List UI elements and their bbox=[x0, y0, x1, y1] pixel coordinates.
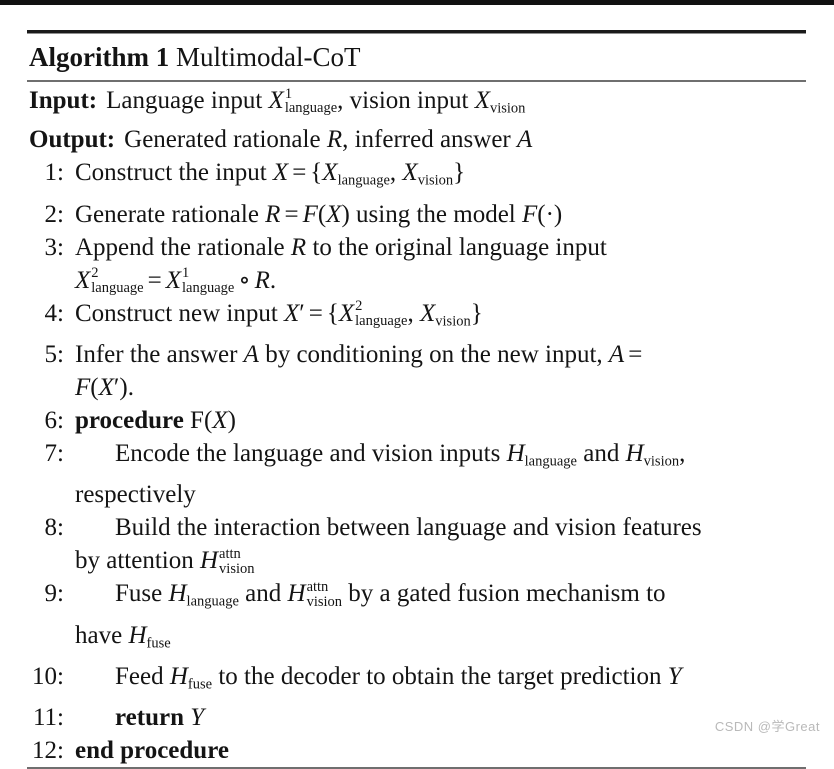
algorithm-step: 6: procedure F(X) bbox=[27, 404, 806, 437]
page-top-edge-bar bbox=[0, 0, 834, 5]
algorithm-step: 5: Infer the answer A by conditioning on… bbox=[27, 338, 806, 404]
step-number: 4: bbox=[44, 299, 64, 327]
step-number: 11: bbox=[32, 704, 64, 732]
algorithm-step: 2: Generate rationale R = F(X) using the m… bbox=[27, 198, 806, 231]
step-text: Append the rationale R to the original l… bbox=[75, 233, 607, 297]
step-number: 7: bbox=[44, 440, 64, 468]
step-text: Feed Hfuse to the decoder to obtain the … bbox=[115, 663, 682, 693]
algorithm-input-line: Input: Language input X 1 language, vision … bbox=[27, 85, 806, 124]
input-label: Input: bbox=[29, 87, 98, 114]
algorithm-step: 3: Append the rationale R to the origina… bbox=[27, 231, 806, 297]
algorithm-step: 7: Encode the language and vision inputs… bbox=[27, 437, 806, 511]
step-text: Fuse Hlanguage and Hattn vision by a gate… bbox=[75, 578, 666, 652]
step-text: Construct the input X = {Xlanguage, Xvisio… bbox=[75, 159, 466, 189]
step-text: return Y bbox=[115, 704, 205, 732]
step-number: 1: bbox=[44, 159, 64, 187]
algorithm-step: 1: Construct the input X = {Xlanguage, Xvi… bbox=[27, 156, 806, 197]
step-number: 6: bbox=[44, 407, 64, 435]
output-text: Generated rationale R, inferred answer A bbox=[124, 126, 533, 154]
watermark: CSDN @学Great bbox=[714, 719, 820, 734]
algorithm-step: 9: Fuse Hlanguage and Hattn vision by a g… bbox=[27, 577, 806, 660]
output-label: Output: bbox=[29, 126, 116, 154]
algorithm-step: 4: Construct new input X′ = {X 2 language, X… bbox=[27, 297, 806, 338]
input-text: Language input X 1 language, vision input … bbox=[106, 85, 526, 117]
step-number: 12: bbox=[32, 737, 64, 765]
step-number: 5: bbox=[44, 341, 64, 369]
algorithm-name: Multimodal-CoT bbox=[175, 42, 361, 72]
step-text: Generate rationale R = F(X) using the mode… bbox=[75, 200, 563, 228]
algorithm-body: Input: Language input X 1 language, vision … bbox=[27, 82, 806, 767]
step-text: end procedure bbox=[75, 737, 229, 765]
step-number: 8: bbox=[44, 514, 64, 542]
algorithm-output-line: Output: Generated rationale R, inferred a… bbox=[27, 124, 806, 156]
step-number: 9: bbox=[44, 580, 64, 608]
step-text: Infer the answer A by conditioning on th… bbox=[75, 341, 643, 402]
step-number: 10: bbox=[32, 663, 64, 691]
step-number: 3: bbox=[44, 233, 64, 261]
algorithm-step: 10: Feed Hfuse to the decoder to obtain … bbox=[27, 660, 806, 701]
algorithm-step: 8: Build the interaction between languag… bbox=[27, 511, 806, 577]
algorithm-block: Algorithm 1 Multimodal-CoT Input: Languag… bbox=[27, 30, 806, 769]
algorithm-title: Algorithm 1 Multimodal-CoT bbox=[27, 34, 806, 80]
step-text: procedure F(X) bbox=[75, 407, 236, 435]
step-text: Build the interaction between language a… bbox=[75, 514, 702, 577]
algorithm-step: 11: return Y bbox=[27, 701, 806, 734]
step-text: Construct new input X′ = {X 2 language, Xvis… bbox=[75, 298, 483, 330]
algorithm-step: 12: end procedure bbox=[27, 734, 806, 767]
algorithm-keyword: Algorithm 1 bbox=[29, 42, 170, 72]
step-text: Encode the language and vision inputs Hl… bbox=[75, 440, 686, 509]
step-number: 2: bbox=[44, 200, 64, 228]
